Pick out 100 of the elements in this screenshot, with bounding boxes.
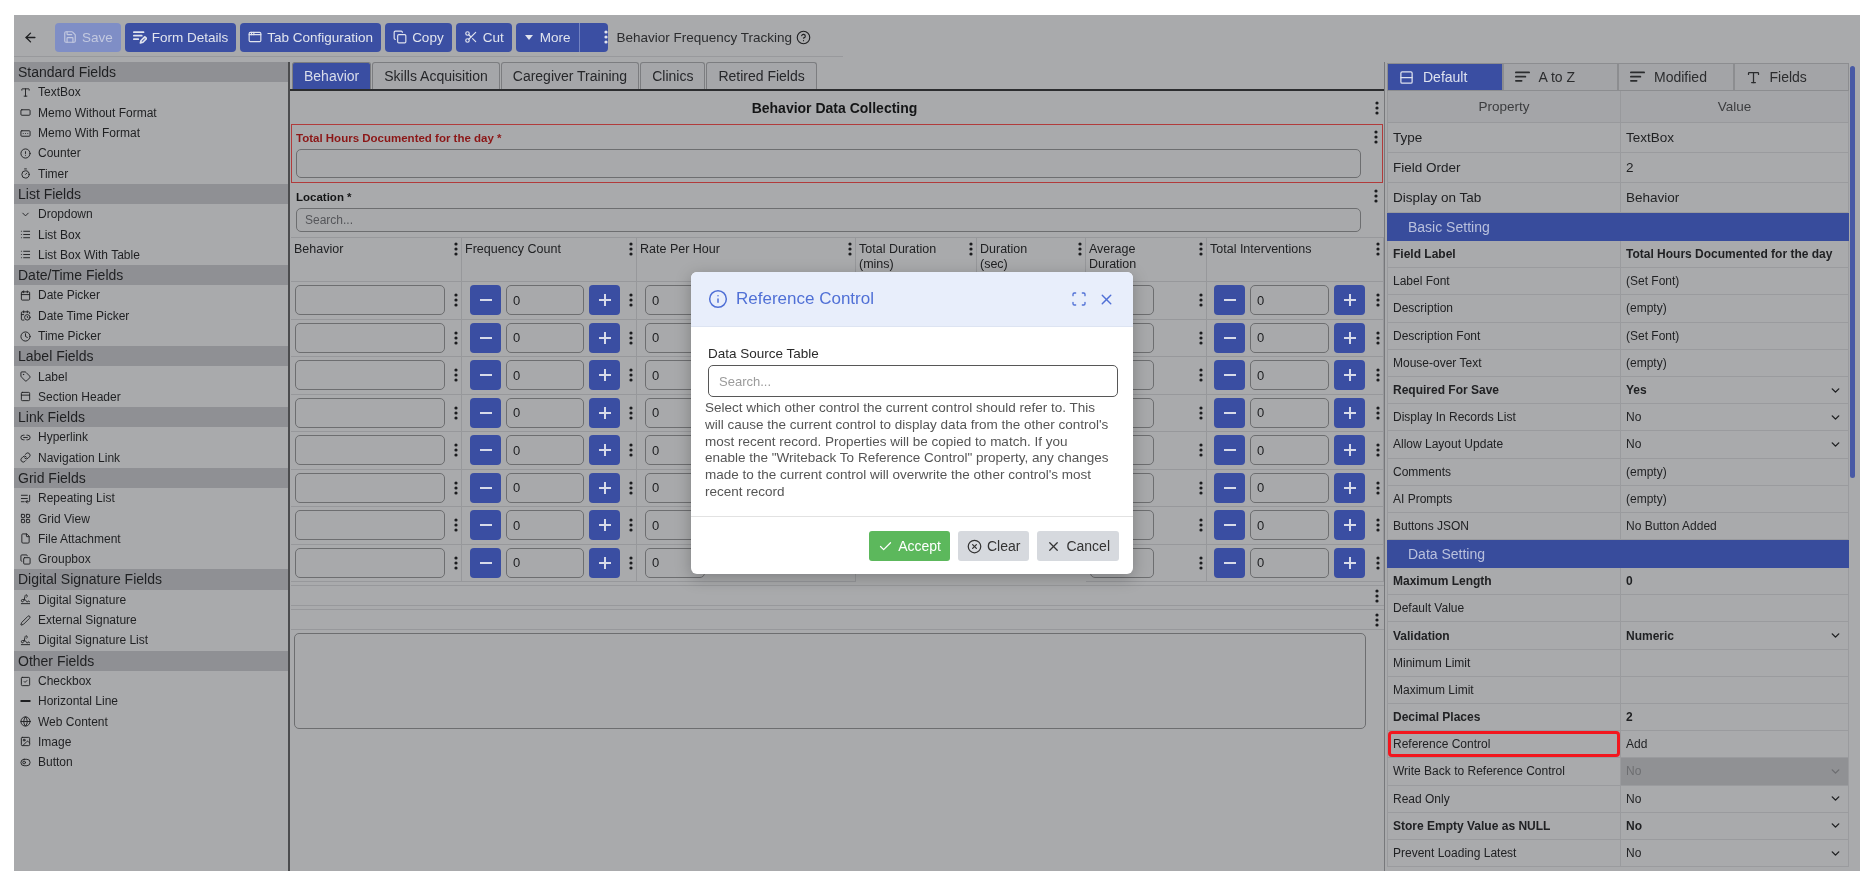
property-select[interactable]: No [1620, 839, 1848, 867]
decrement-button[interactable] [470, 322, 501, 353]
form-tab[interactable]: Caregiver Training [500, 62, 640, 89]
search-field[interactable]: Search... [708, 365, 1118, 397]
panel-tab[interactable]: Fields [1733, 63, 1849, 91]
decrement-button[interactable] [470, 360, 501, 391]
number-input[interactable]: 0 [1250, 472, 1329, 503]
kebab-menu-icon[interactable] [629, 518, 633, 533]
input-field[interactable] [295, 510, 445, 541]
kebab-menu-icon[interactable] [1376, 555, 1380, 570]
field-type-item[interactable]: Date Picker [14, 285, 288, 306]
field-type-item[interactable]: Dropdown [14, 204, 288, 225]
kebab-menu-icon[interactable] [629, 443, 633, 458]
kebab-menu-icon[interactable] [1376, 443, 1380, 458]
field-type-item[interactable]: Hyperlink [14, 427, 288, 448]
expand-icon[interactable] [1071, 291, 1087, 307]
decrement-button[interactable] [1214, 547, 1245, 578]
increment-button[interactable] [1334, 360, 1365, 391]
decrement-button[interactable] [470, 472, 501, 503]
help-icon[interactable] [796, 29, 811, 45]
field-type-item[interactable]: Time Picker [14, 325, 288, 347]
number-input[interactable]: 0 [1250, 510, 1329, 541]
scrollbar-thumb[interactable] [1850, 66, 1855, 478]
increment-button[interactable] [1334, 547, 1365, 578]
kebab-menu-icon[interactable] [1376, 330, 1380, 345]
kebab-menu-icon[interactable] [454, 242, 458, 256]
field-type-item[interactable]: Button [14, 752, 288, 773]
panel-tab[interactable]: Default [1387, 63, 1503, 91]
kebab-menu-icon[interactable] [629, 555, 633, 570]
kebab-menu-icon[interactable] [1199, 443, 1203, 458]
increment-button[interactable] [1334, 435, 1365, 466]
kebab-menu-icon[interactable] [1376, 405, 1380, 420]
section-header[interactable]: Data Setting [1387, 540, 1849, 569]
kebab-menu-icon[interactable] [629, 368, 633, 383]
decrement-button[interactable] [470, 397, 501, 428]
input-field[interactable] [295, 360, 445, 391]
decrement-button[interactable] [1214, 435, 1245, 466]
kebab-menu-icon[interactable] [1199, 293, 1203, 308]
cut-button[interactable]: Cut [455, 22, 512, 52]
field-type-item[interactable]: Digital Signature List [14, 630, 288, 651]
section-header[interactable]: Basic Setting [1387, 213, 1849, 241]
form-details-button[interactable]: Form Details [124, 22, 237, 52]
kebab-menu-icon[interactable] [629, 242, 633, 256]
kebab-menu-icon[interactable] [1199, 405, 1203, 420]
property-select[interactable]: No [1620, 404, 1848, 431]
kebab-menu-icon[interactable] [1376, 480, 1380, 495]
field-type-item[interactable]: Timer [14, 163, 288, 184]
kebab-menu-icon[interactable] [1375, 588, 1379, 603]
increment-button[interactable] [1334, 322, 1365, 353]
number-input[interactable]: 0 [1250, 360, 1329, 391]
kebab-menu-icon[interactable] [604, 30, 609, 44]
panel-tab[interactable]: Modified [1618, 63, 1734, 91]
field-type-item[interactable]: Checkbox [14, 670, 288, 692]
increment-button[interactable] [1334, 285, 1365, 316]
back-button[interactable] [23, 29, 38, 45]
increment-button[interactable] [1334, 472, 1365, 503]
decrement-button[interactable] [470, 547, 501, 578]
clear-button[interactable]: Clear [957, 531, 1030, 561]
input-field[interactable] [295, 397, 445, 428]
kebab-menu-icon[interactable] [969, 242, 973, 256]
kebab-menu-icon[interactable] [454, 293, 458, 308]
number-input[interactable]: 0 [1250, 285, 1329, 316]
increment-button[interactable] [589, 547, 620, 578]
increment-button[interactable] [589, 510, 620, 541]
kebab-menu-icon[interactable] [1376, 242, 1380, 256]
kebab-menu-icon[interactable] [1374, 189, 1378, 203]
increment-button[interactable] [589, 397, 620, 428]
decrement-button[interactable] [1214, 360, 1245, 391]
number-input[interactable]: 0 [506, 472, 584, 503]
field-type-item[interactable]: Label [14, 366, 288, 387]
field-type-item[interactable]: Counter [14, 143, 288, 164]
kebab-menu-icon[interactable] [1199, 330, 1203, 345]
input-field[interactable] [295, 322, 445, 353]
number-input[interactable]: 0 [1250, 547, 1329, 578]
field-type-item[interactable]: External Signature [14, 610, 288, 631]
input-field[interactable]: Search... [296, 208, 1361, 232]
number-input[interactable]: 0 [506, 360, 584, 391]
form-tab[interactable]: Retired Fields [706, 62, 817, 89]
kebab-menu-icon[interactable] [454, 480, 458, 495]
increment-button[interactable] [589, 472, 620, 503]
kebab-menu-icon[interactable] [1376, 518, 1380, 533]
field-type-item[interactable]: Date Time Picker [14, 305, 288, 326]
property-select[interactable]: Numeric [1620, 622, 1848, 649]
kebab-menu-icon[interactable] [629, 293, 633, 308]
kebab-menu-icon[interactable] [1375, 612, 1379, 627]
field-type-item[interactable]: Memo With Format [14, 122, 288, 144]
number-input[interactable]: 0 [506, 435, 584, 466]
kebab-menu-icon[interactable] [454, 368, 458, 383]
kebab-menu-icon[interactable] [1374, 130, 1378, 144]
input-field[interactable] [295, 472, 445, 503]
field-type-item[interactable]: Horizontal Line [14, 691, 288, 712]
field-type-item[interactable]: Web Content [14, 711, 288, 732]
cancel-button[interactable]: Cancel [1037, 531, 1119, 561]
decrement-button[interactable] [1214, 285, 1245, 316]
kebab-menu-icon[interactable] [1199, 555, 1203, 570]
more-button[interactable]: More [515, 22, 580, 52]
kebab-menu-icon[interactable] [629, 405, 633, 420]
increment-button[interactable] [589, 285, 620, 316]
decrement-button[interactable] [1214, 510, 1245, 541]
increment-button[interactable] [1334, 510, 1365, 541]
